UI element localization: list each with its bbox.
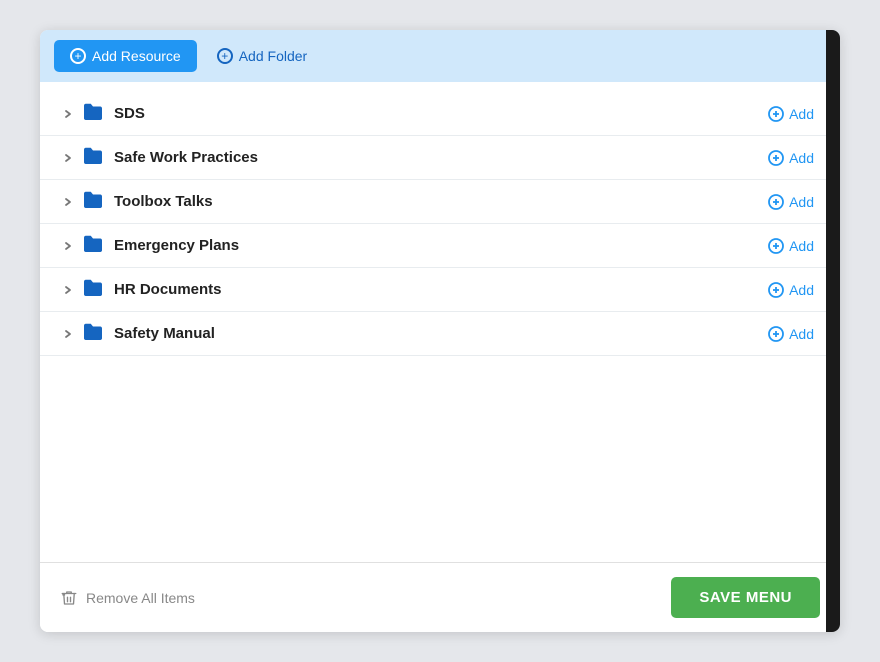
folder-icon [82, 278, 104, 301]
folder-add-button[interactable]: Add [762, 148, 820, 168]
folder-add-button[interactable]: Add [762, 280, 820, 300]
chevron-right-icon [60, 106, 76, 122]
chevron-right-icon [60, 326, 76, 342]
add-folder-button[interactable]: + Add Folder [217, 48, 307, 64]
toolbar: + Add Resource + Add Folder [40, 30, 840, 82]
folder-icon [82, 146, 104, 169]
trash-icon [60, 589, 78, 607]
folder-add-button[interactable]: Add [762, 104, 820, 124]
add-label: Add [789, 194, 814, 210]
plus-circle-small-icon [768, 238, 784, 254]
add-resource-button[interactable]: + Add Resource [54, 40, 197, 72]
list-item[interactable]: Safety Manual Add [40, 312, 840, 356]
folder-list: SDS Add Safe Work Practices [40, 82, 840, 562]
folder-name: Safety Manual [114, 325, 762, 342]
add-label: Add [789, 326, 814, 342]
add-label: Add [789, 238, 814, 254]
folder-add-button[interactable]: Add [762, 236, 820, 256]
folder-name: Emergency Plans [114, 237, 762, 254]
folder-icon [82, 102, 104, 125]
folder-name: SDS [114, 105, 762, 122]
footer: Remove All Items SAVE MENU [40, 562, 840, 632]
folder-icon [82, 190, 104, 213]
folder-icon [82, 234, 104, 257]
plus-circle-small-icon [768, 194, 784, 210]
plus-circle-small-icon [768, 282, 784, 298]
list-item[interactable]: Toolbox Talks Add [40, 180, 840, 224]
list-item[interactable]: SDS Add [40, 92, 840, 136]
list-item[interactable]: Emergency Plans Add [40, 224, 840, 268]
plus-circle-small-icon [768, 326, 784, 342]
folder-name: Safe Work Practices [114, 149, 762, 166]
folder-add-button[interactable]: Add [762, 192, 820, 212]
add-label: Add [789, 282, 814, 298]
chevron-right-icon [60, 282, 76, 298]
scrollbar[interactable] [826, 30, 840, 632]
chevron-right-icon [60, 238, 76, 254]
folder-name: Toolbox Talks [114, 193, 762, 210]
folder-add-button[interactable]: Add [762, 324, 820, 344]
folder-name: HR Documents [114, 281, 762, 298]
save-menu-button[interactable]: SAVE MENU [671, 577, 820, 618]
remove-all-label: Remove All Items [86, 590, 195, 606]
folder-icon [82, 322, 104, 345]
plus-circle-icon: + [70, 48, 86, 64]
plus-circle-small-icon [768, 106, 784, 122]
plus-circle-small-icon [768, 150, 784, 166]
add-label: Add [789, 150, 814, 166]
chevron-right-icon [60, 194, 76, 210]
remove-all-button[interactable]: Remove All Items [60, 589, 195, 607]
plus-circle-icon-2: + [217, 48, 233, 64]
add-label: Add [789, 106, 814, 122]
list-item[interactable]: HR Documents Add [40, 268, 840, 312]
list-item[interactable]: Safe Work Practices Add [40, 136, 840, 180]
chevron-right-icon [60, 150, 76, 166]
